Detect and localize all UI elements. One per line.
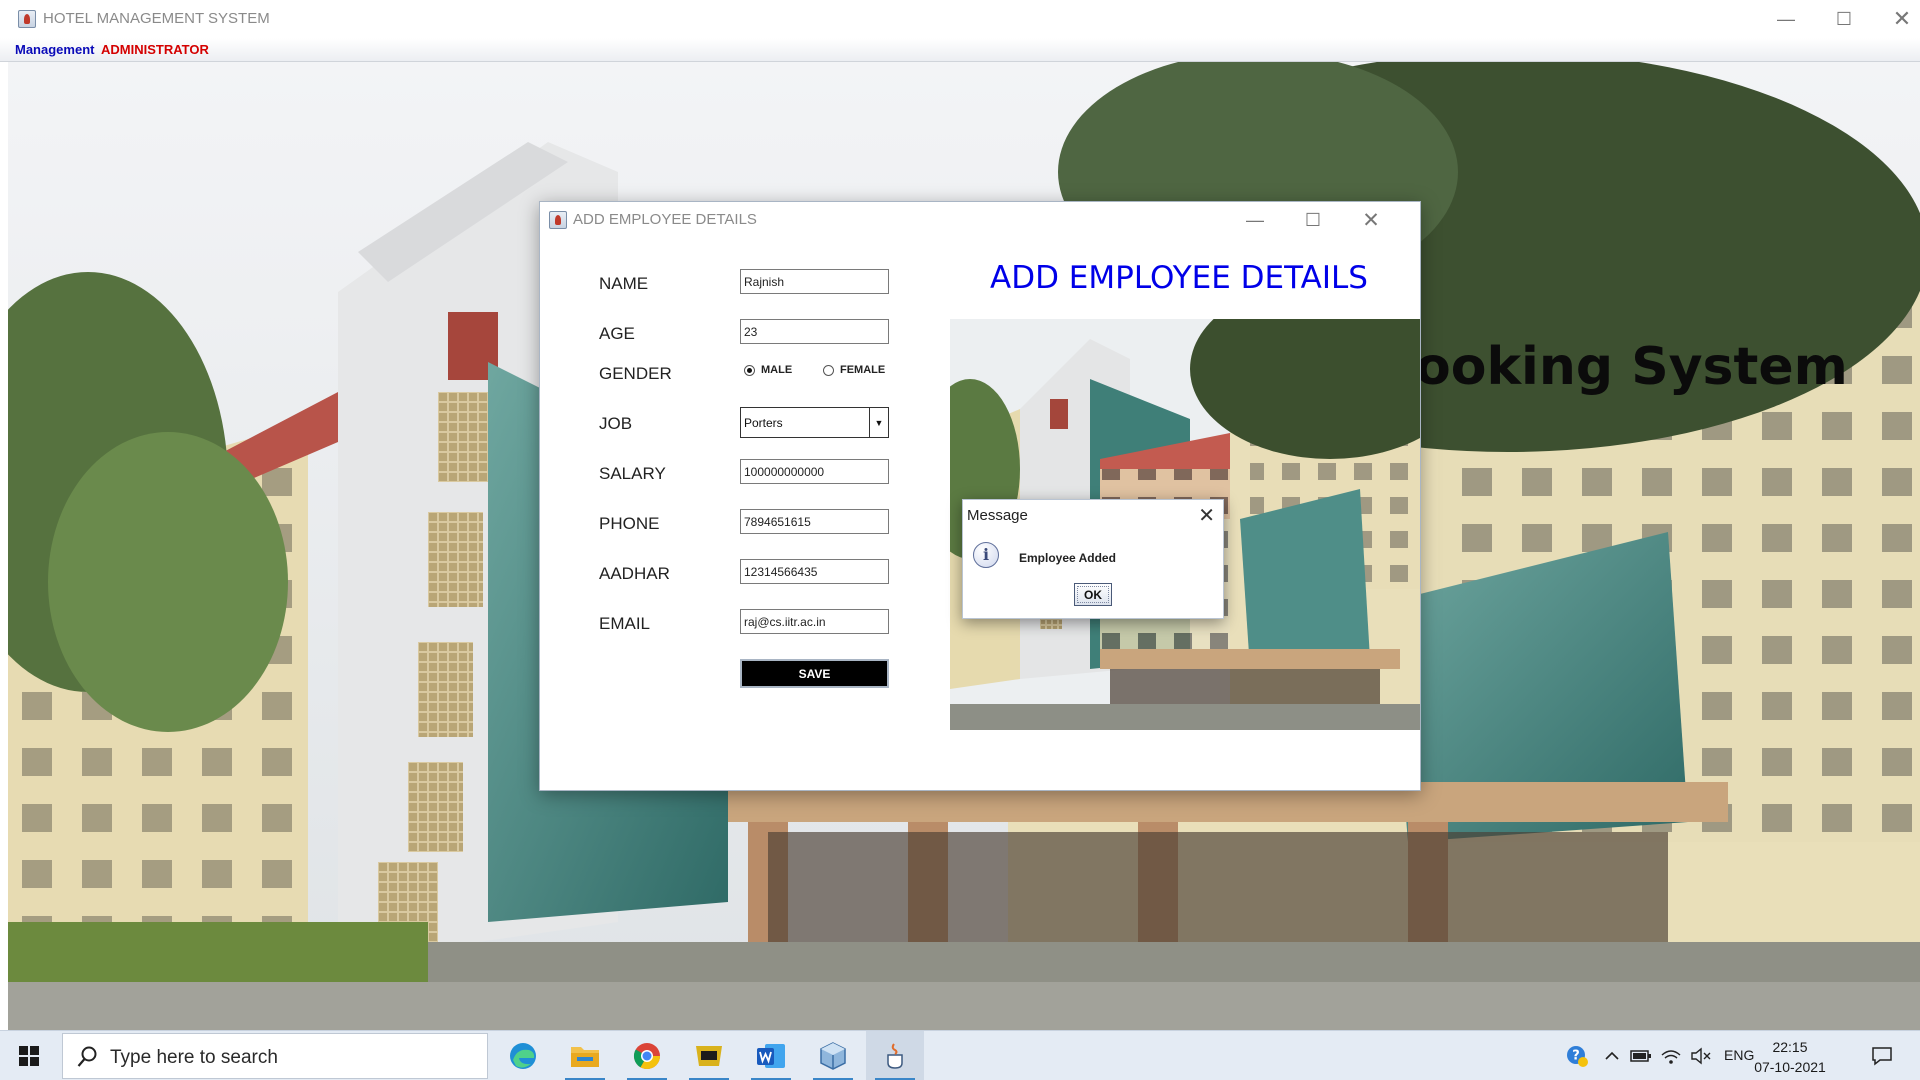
windows-logo-icon: [19, 1046, 39, 1066]
word-icon[interactable]: [742, 1031, 800, 1080]
battery-icon[interactable]: [1626, 1031, 1656, 1080]
gender-radio-male[interactable]: MALE: [744, 364, 792, 376]
add-employee-heading: ADD EMPLOYEE DETAILS: [990, 260, 1368, 296]
salary-label: SALARY: [599, 464, 666, 483]
maximize-button[interactable]: ☐: [1815, 0, 1873, 38]
close-button[interactable]: ✕: [1342, 202, 1400, 238]
notifications-icon[interactable]: [1862, 1031, 1902, 1080]
clock[interactable]: 22:15 07-10-2021: [1750, 1037, 1830, 1077]
help-icon[interactable]: ?: [1556, 1031, 1598, 1080]
minimize-button[interactable]: —: [1757, 0, 1815, 38]
search-placeholder: Type here to search: [110, 1047, 278, 1068]
pdf-reader-icon[interactable]: [680, 1031, 738, 1080]
minimize-button[interactable]: —: [1226, 202, 1284, 238]
gender-female-label: FEMALE: [840, 364, 886, 376]
menu-bar: Management ADMINISTRATOR: [0, 38, 1920, 62]
chrome-icon[interactable]: [618, 1031, 676, 1080]
radio-unselected-icon: [823, 364, 834, 376]
gender-radio-female[interactable]: FEMALE: [823, 364, 885, 376]
chevron-down-icon[interactable]: ▼: [869, 408, 888, 437]
message-dialog: Message ✕ i Employee Added OK: [962, 499, 1224, 619]
taskbar-search-box[interactable]: Type here to search: [62, 1033, 488, 1079]
wifi-icon[interactable]: [1656, 1031, 1686, 1080]
java-icon[interactable]: [866, 1031, 924, 1080]
name-field[interactable]: [740, 269, 889, 294]
message-dialog-title: Message: [967, 507, 1028, 524]
info-icon: i: [973, 542, 999, 568]
java-app-icon: [18, 10, 36, 28]
age-label: AGE: [599, 324, 635, 343]
add-employee-titlebar[interactable]: ADD EMPLOYEE DETAILS — ☐ ✕: [540, 202, 1420, 238]
java-app-icon: [549, 211, 567, 229]
background-heading: ooking System: [1415, 337, 1848, 397]
email-field[interactable]: [740, 609, 889, 634]
edge-icon[interactable]: [494, 1031, 552, 1080]
phone-field[interactable]: [740, 509, 889, 534]
main-window-title: HOTEL MANAGEMENT SYSTEM: [43, 10, 270, 27]
chevron-up-icon[interactable]: [1598, 1031, 1626, 1080]
close-icon[interactable]: ✕: [1198, 503, 1215, 528]
add-employee-window: ADD EMPLOYEE DETAILS — ☐ ✕ NAME AGE GEND…: [539, 201, 1421, 791]
clock-date: 07-10-2021: [1754, 1059, 1826, 1075]
message-text: Employee Added: [1019, 551, 1116, 565]
close-button[interactable]: ✕: [1873, 0, 1920, 38]
ok-button-label: OK: [1084, 587, 1102, 602]
aadhar-label: AADHAR: [599, 564, 670, 583]
salary-field[interactable]: [740, 459, 889, 484]
save-button[interactable]: SAVE: [740, 659, 889, 688]
clock-time: 22:15: [1772, 1039, 1808, 1055]
ok-button[interactable]: OK: [1074, 583, 1112, 606]
gender-label: GENDER: [599, 364, 672, 383]
phone-label: PHONE: [599, 514, 660, 533]
name-label: NAME: [599, 274, 649, 293]
menu-administrator[interactable]: ADMINISTRATOR: [101, 42, 209, 57]
virtualbox-icon[interactable]: [804, 1031, 862, 1080]
main-titlebar[interactable]: HOTEL MANAGEMENT SYSTEM — ☐ ✕: [0, 0, 1920, 38]
menu-management[interactable]: Management: [15, 42, 94, 57]
speaker-muted-icon[interactable]: [1686, 1031, 1716, 1080]
aadhar-field[interactable]: [740, 559, 889, 584]
start-button[interactable]: [0, 1031, 58, 1080]
search-icon: [77, 1046, 97, 1067]
job-selected-value: Porters: [744, 416, 783, 430]
maximize-button[interactable]: ☐: [1284, 202, 1342, 238]
radio-selected-icon: [744, 364, 755, 376]
add-employee-window-title: ADD EMPLOYEE DETAILS: [573, 211, 757, 228]
job-label: JOB: [599, 414, 633, 433]
age-field[interactable]: [740, 319, 889, 344]
job-select[interactable]: Porters ▼: [740, 407, 889, 438]
file-explorer-icon[interactable]: [556, 1031, 614, 1080]
email-label: EMAIL: [599, 614, 651, 633]
taskbar: Type here to search ? ENG 22:15 07-10-20…: [0, 1030, 1920, 1080]
gender-male-label: MALE: [761, 364, 793, 376]
